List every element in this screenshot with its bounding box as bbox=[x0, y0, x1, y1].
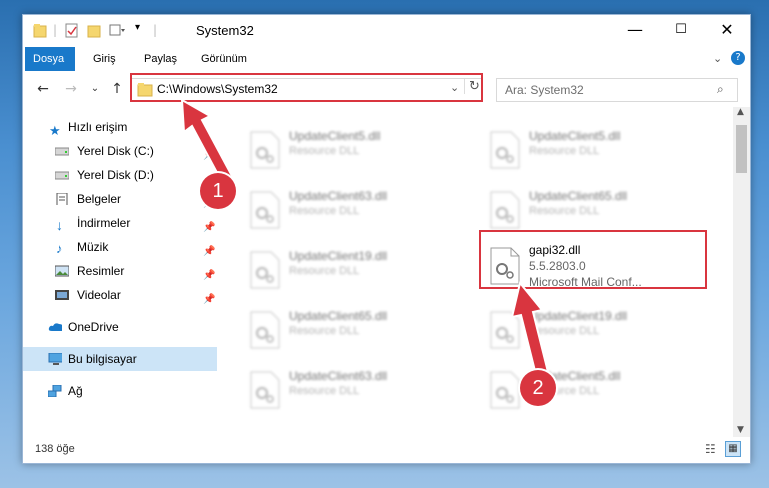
nav-downloads[interactable]: ↓ İndirmeler 📌 bbox=[23, 211, 217, 235]
music-icon: ♪ bbox=[56, 241, 63, 256]
drive-icon bbox=[55, 171, 69, 180]
file-item[interactable]: UpdateClient19.dll Resource DLL bbox=[239, 245, 439, 295]
file-item[interactable]: UpdateClient5.dll Resource DLL bbox=[239, 125, 439, 175]
properties-icon[interactable] bbox=[65, 23, 79, 39]
search-input[interactable]: Ara: System32 ⌕ bbox=[496, 78, 738, 102]
nav-this-pc[interactable]: Bu bilgisayar bbox=[23, 347, 217, 371]
tab-home[interactable]: Giriş bbox=[85, 47, 124, 71]
file-type: Resource DLL bbox=[289, 145, 360, 157]
tab-file[interactable]: Dosya bbox=[25, 47, 75, 71]
up-arrow-icon[interactable]: ↑ bbox=[107, 79, 127, 99]
nav-quick-access[interactable]: ★ Hızlı erişim bbox=[23, 115, 217, 139]
details-view-icon[interactable]: ☷ bbox=[705, 442, 716, 456]
vertical-scrollbar[interactable]: ▲ ▼ bbox=[733, 107, 750, 437]
file-name: UpdateClient65.dll bbox=[529, 189, 628, 203]
folder-icon bbox=[33, 24, 47, 38]
file-name: UpdateClient19.dll bbox=[289, 249, 388, 263]
separator: | bbox=[153, 23, 158, 37]
back-arrow-icon[interactable]: ← bbox=[33, 79, 53, 99]
file-type: Resource DLL bbox=[289, 385, 360, 397]
dll-file-icon bbox=[490, 371, 520, 409]
star-icon: ★ bbox=[49, 123, 61, 138]
tiles-view-icon[interactable]: ▦ bbox=[725, 441, 741, 457]
recent-dropdown-icon[interactable]: ⌄ bbox=[85, 79, 105, 99]
maximize-button[interactable]: ☐ bbox=[658, 15, 704, 47]
close-button[interactable]: ✕ bbox=[704, 15, 750, 47]
nav-pictures[interactable]: Resimler 📌 bbox=[23, 259, 217, 283]
nav-documents[interactable]: Belgeler 📌 bbox=[23, 187, 217, 211]
dll-file-icon bbox=[250, 311, 280, 349]
nav-local-disk-d[interactable]: Yerel Disk (D:) 📌 bbox=[23, 163, 217, 187]
dll-file-icon bbox=[490, 311, 520, 349]
separator: | bbox=[53, 23, 58, 37]
navigation-pane: ★ Hızlı erişim Yerel Disk (C:) 📌 Yerel D… bbox=[23, 107, 223, 437]
file-type: Resource DLL bbox=[529, 325, 600, 337]
videos-icon bbox=[55, 290, 69, 300]
address-highlight-box bbox=[130, 73, 483, 102]
nav-network[interactable]: Ağ bbox=[23, 379, 217, 403]
step-badge-1: 1 bbox=[200, 173, 236, 209]
dll-file-icon bbox=[250, 371, 280, 409]
minimize-button[interactable]: — bbox=[612, 15, 658, 47]
nav-music[interactable]: ♪ Müzik 📌 bbox=[23, 235, 217, 259]
pictures-icon bbox=[55, 265, 69, 277]
file-type: Resource DLL bbox=[289, 265, 360, 277]
file-type: Resource DLL bbox=[289, 205, 360, 217]
network-icon bbox=[48, 385, 62, 397]
pin-icon[interactable]: 📌 bbox=[203, 288, 215, 312]
file-item[interactable]: UpdateClient5.dll Resource DLL bbox=[479, 125, 679, 175]
ribbon: Dosya Giriş Paylaş Görünüm ⌄ ? bbox=[23, 47, 750, 72]
file-type: Resource DLL bbox=[529, 205, 600, 217]
window-title: System32 bbox=[196, 23, 254, 38]
expand-ribbon-icon[interactable]: ⌄ bbox=[713, 52, 722, 65]
dll-file-icon bbox=[250, 191, 280, 229]
item-count: 138 öğe bbox=[35, 443, 75, 455]
download-icon: ↓ bbox=[56, 217, 63, 233]
file-item[interactable]: UpdateClient19.dll Resource DLL bbox=[479, 305, 679, 355]
new-folder-icon[interactable] bbox=[87, 23, 101, 39]
scroll-up-icon[interactable]: ▲ bbox=[737, 107, 744, 117]
title-bar: | ▾ | System32 — ☐ ✕ bbox=[23, 15, 750, 47]
file-name: UpdateClient63.dll bbox=[289, 369, 388, 383]
scroll-thumb[interactable] bbox=[736, 125, 747, 173]
file-type: Resource DLL bbox=[529, 145, 600, 157]
step-badge-2: 2 bbox=[520, 370, 556, 406]
cloud-icon bbox=[48, 323, 62, 331]
forward-arrow-icon[interactable]: → bbox=[61, 79, 81, 99]
search-icon[interactable]: ⌕ bbox=[717, 82, 724, 97]
tab-share[interactable]: Paylaş bbox=[136, 47, 185, 71]
drive-icon bbox=[55, 147, 69, 156]
documents-icon bbox=[56, 193, 68, 205]
file-name: UpdateClient65.dll bbox=[289, 309, 388, 323]
tab-view[interactable]: Görünüm bbox=[193, 47, 255, 71]
file-name: UpdateClient5.dll bbox=[529, 129, 621, 143]
search-placeholder: Ara: System32 bbox=[505, 83, 584, 97]
file-highlight-box bbox=[479, 230, 707, 289]
qat-dropdown-icon[interactable]: ▾ bbox=[135, 22, 140, 33]
nav-videos[interactable]: Videolar 📌 bbox=[23, 283, 217, 307]
nav-local-disk-c[interactable]: Yerel Disk (C:) 📌 bbox=[23, 139, 217, 163]
computer-icon bbox=[48, 353, 62, 365]
help-icon[interactable]: ? bbox=[731, 51, 745, 65]
status-bar: 138 öğe ☷ ▦ bbox=[23, 437, 750, 463]
dll-file-icon bbox=[250, 131, 280, 169]
file-name: UpdateClient5.dll bbox=[289, 129, 381, 143]
scroll-down-icon[interactable]: ▼ bbox=[737, 425, 744, 435]
dll-file-icon bbox=[490, 131, 520, 169]
file-item[interactable]: UpdateClient65.dll Resource DLL bbox=[239, 305, 439, 355]
file-name: UpdateClient63.dll bbox=[289, 189, 388, 203]
dll-file-icon bbox=[490, 191, 520, 229]
nav-onedrive[interactable]: OneDrive bbox=[23, 315, 217, 339]
file-name: UpdateClient19.dll bbox=[529, 309, 628, 323]
file-item[interactable]: UpdateClient63.dll Resource DLL bbox=[239, 365, 439, 415]
file-type: Resource DLL bbox=[289, 325, 360, 337]
dll-file-icon bbox=[250, 251, 280, 289]
file-item[interactable]: UpdateClient5.dll Resource DLL bbox=[479, 365, 679, 415]
file-item[interactable]: UpdateClient65.dll Resource DLL bbox=[479, 185, 679, 235]
customize-qat-icon[interactable] bbox=[109, 23, 125, 39]
file-item[interactable]: UpdateClient63.dll Resource DLL bbox=[239, 185, 439, 235]
